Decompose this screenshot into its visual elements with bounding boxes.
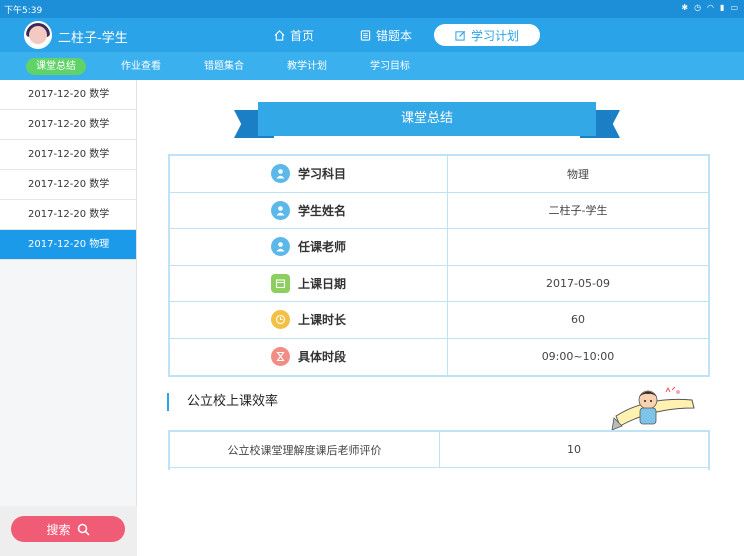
table-row: 上课日期 2017-05-09: [170, 265, 708, 302]
row-value: 物理: [567, 167, 589, 181]
tab-plan-label: 学习计划: [470, 28, 519, 43]
avatar[interactable]: [24, 21, 52, 49]
row-value: 二柱子-学生: [548, 204, 608, 218]
summary-title: 课堂总结: [258, 102, 596, 136]
calendar-icon: [271, 273, 290, 293]
sidebar-item[interactable]: 2017-12-20 数学: [0, 170, 136, 200]
sidebar-footer: 搜索: [0, 506, 137, 556]
row-label: 学生姓名: [298, 203, 347, 218]
row-label: 任课老师: [298, 240, 347, 255]
tab-home[interactable]: 首页: [274, 24, 314, 46]
row-value: 09:00~10:00: [541, 350, 615, 364]
search-icon: [77, 523, 90, 536]
student-pen-illustration: [611, 386, 695, 431]
search-button[interactable]: 搜索: [11, 516, 125, 542]
table-row: 学习科目 物理: [170, 156, 708, 193]
summary-banner: 课堂总结: [234, 102, 620, 142]
row-label: 上课时长: [298, 313, 347, 328]
row-value: [448, 229, 708, 265]
status-bar: 下午5:39 ✱ ◷ ◠ ▮ ▭: [0, 0, 744, 18]
person-icon: [271, 237, 290, 257]
subtab-wrong-collection[interactable]: 错题集合: [204, 58, 244, 75]
table-row: 学生姓名 二柱子-学生: [170, 192, 708, 229]
table-row: 公立校课堂理解度课后老师评价 10: [170, 432, 708, 468]
sidebar: 2017-12-20 数学 2017-12-20 数学 2017-12-20 数…: [0, 80, 137, 556]
tab-wrong-questions[interactable]: 错题本: [360, 24, 412, 46]
table-row: 上课时长 60: [170, 302, 708, 339]
sidebar-item[interactable]: 2017-12-20 数学: [0, 140, 136, 170]
search-button-label: 搜索: [46, 522, 71, 537]
efficiency-table: 公立校课堂理解度课后老师评价 10: [168, 430, 710, 470]
sidebar-item[interactable]: 2017-12-20 数学: [0, 200, 136, 230]
status-time: 下午5:39: [4, 6, 43, 16]
notebook-icon: [360, 29, 371, 41]
subtab-homework[interactable]: 作业查看: [121, 58, 161, 75]
row-value: 10: [567, 443, 581, 456]
alarm-icon: ◷: [694, 3, 702, 12]
tab-wrong-label: 错题本: [376, 28, 413, 43]
top-nav-bar: 二柱子-学生 首页 错题本 学习计划: [0, 18, 744, 52]
bluetooth-icon: ✱: [681, 3, 689, 12]
efficiency-section-title: 公立校上课效率: [167, 393, 278, 411]
sidebar-item[interactable]: 2017-12-20 数学: [0, 80, 136, 110]
summary-table: 学习科目 物理 学生姓名 二柱子-学生 任课老师 上课日期 2017-05-09: [168, 154, 710, 377]
main-content: 课堂总结 学习科目 物理 学生姓名 二柱子-学生 任课老师 上课日期 2017-…: [138, 80, 744, 556]
sidebar-item[interactable]: 2017-12-20 数学: [0, 110, 136, 140]
tab-study-plan[interactable]: 学习计划: [434, 24, 540, 46]
signal-icon: ▮: [720, 3, 725, 12]
tab-home-label: 首页: [290, 28, 315, 43]
row-label: 学习科目: [298, 167, 347, 182]
row-label: 具体时段: [298, 350, 347, 365]
home-icon: [274, 29, 285, 41]
row-label: 公立校课堂理解度课后老师评价: [170, 432, 440, 467]
person-icon: [271, 164, 290, 184]
clock-icon: [271, 310, 290, 330]
username: 二柱子-学生: [58, 31, 128, 46]
hourglass-icon: [271, 347, 290, 367]
row-label: 上课日期: [298, 276, 347, 291]
sidebar-item-selected[interactable]: 2017-12-20 物理: [0, 230, 136, 260]
person-icon: [271, 200, 290, 220]
sub-nav-bar: 课堂总结 作业查看 错题集合 教学计划 学习目标: [0, 52, 744, 80]
wifi-icon: ◠: [707, 3, 715, 12]
subtab-teaching-plan[interactable]: 教学计划: [287, 58, 327, 75]
subtab-study-goal[interactable]: 学习目标: [370, 58, 410, 75]
battery-icon: ▭: [730, 3, 738, 12]
status-icons: ✱ ◷ ◠ ▮ ▭: [681, 3, 738, 12]
table-row: 任课老师: [170, 229, 708, 266]
row-value: 2017-05-09: [546, 276, 610, 290]
subtab-class-summary[interactable]: 课堂总结: [26, 58, 86, 75]
table-row: 具体时段 09:00~10:00: [170, 338, 708, 375]
row-value: 60: [571, 313, 585, 327]
edit-icon: [455, 30, 466, 41]
